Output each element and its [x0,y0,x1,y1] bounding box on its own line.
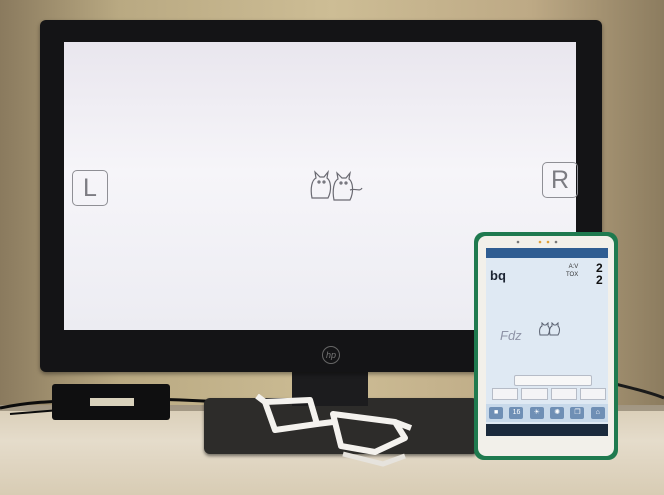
tablet-readout-line1: A:V [568,264,579,270]
copy-icon[interactable]: ❐ [570,407,585,419]
tablet-target-text: Fdz [500,328,522,343]
tablet-input-field[interactable] [514,375,592,386]
tablet-status-bar [486,248,608,258]
tablet-readout: A:V TOX [566,263,578,279]
tablet-option-row [492,388,606,400]
cats-icon [310,169,363,201]
right-eye-marker: R [542,162,578,198]
hp-logo: hp [322,346,340,364]
tablet-toolbar: ■ 16 ☀ ✺ ❐ ⌂ [486,404,608,422]
square-icon[interactable]: ■ [489,407,504,419]
home-icon[interactable]: ⌂ [590,407,605,419]
cats-icon-small [539,322,560,336]
tablet-option-box[interactable] [492,388,519,400]
tablet-option-box[interactable] [579,388,606,400]
tablet-app-logo: bq [490,268,506,283]
3d-glasses [255,394,413,467]
tablet-option-box[interactable] [521,388,548,400]
tablet-readout-line2: TOX [566,272,579,278]
power-adapter-label [90,398,134,406]
tablet-nav-bar [486,424,608,436]
sun-icon[interactable]: ☀ [529,407,544,419]
tablet-toolbar-value[interactable]: 16 [509,407,524,419]
tablet-option-box[interactable] [550,388,577,400]
tablet-camera-dots [516,240,558,244]
left-eye-marker: L [72,170,108,206]
tablet-digit-stack: 2 2 [596,262,603,286]
brightness-icon[interactable]: ✺ [550,407,565,419]
tablet-digit-bottom: 2 [596,273,603,287]
